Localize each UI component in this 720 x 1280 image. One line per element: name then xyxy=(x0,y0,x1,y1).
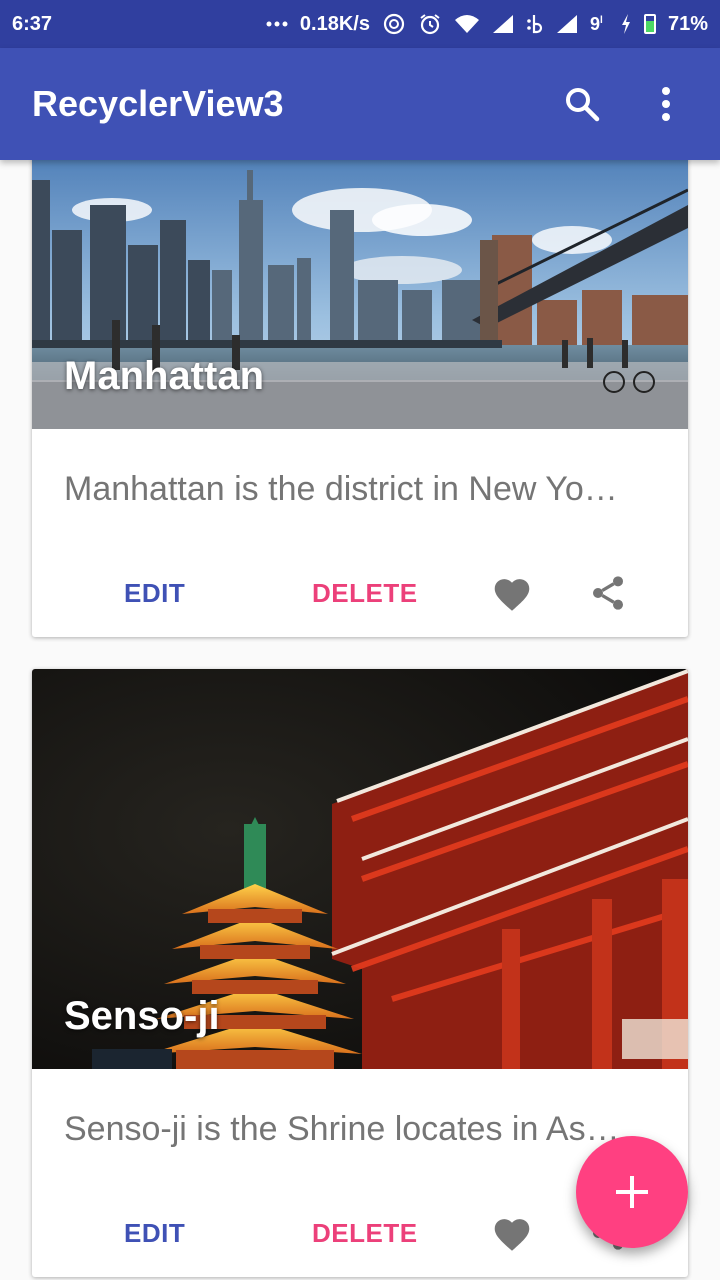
share-button[interactable] xyxy=(586,571,630,615)
card-image: Senso-ji xyxy=(32,669,688,1069)
add-fab-button[interactable] xyxy=(576,1136,688,1248)
sync-icon xyxy=(382,12,406,36)
edit-button[interactable]: EDIT xyxy=(124,1189,185,1277)
overflow-menu-icon xyxy=(662,87,670,121)
card-list[interactable]: Manhattan Manhattan is the district in N… xyxy=(0,160,720,1280)
card-manhattan[interactable]: Manhattan Manhattan is the district in N… xyxy=(32,160,688,637)
card-image: Manhattan xyxy=(32,160,688,429)
delete-button[interactable]: DELETE xyxy=(312,549,418,637)
status-bar: 6:37 0.18K/s 9 l 71% xyxy=(0,0,720,48)
favorite-heart-icon xyxy=(494,1219,530,1251)
battery-level-fill xyxy=(645,20,654,32)
net-speed: 0.18K/s xyxy=(299,12,370,35)
svg-text:l: l xyxy=(600,15,603,26)
share-icon xyxy=(593,576,623,610)
svg-text:9: 9 xyxy=(590,14,600,34)
screen: 6:37 0.18K/s 9 l 71% RecyclerView3 Manha… xyxy=(0,0,720,1280)
card-actions: EDIT DELETE xyxy=(32,549,688,637)
status-time: 6:37 xyxy=(12,12,53,35)
charging-bolt-icon xyxy=(620,13,632,35)
app-bar-actions xyxy=(560,82,688,126)
app-title: RecyclerView3 xyxy=(32,83,284,124)
data-b-icon xyxy=(526,13,544,35)
signal-icon xyxy=(492,14,514,34)
more-dots-icon xyxy=(266,20,288,28)
card-description: Manhattan is the district in New Yo… xyxy=(32,429,688,549)
app-bar: RecyclerView3 xyxy=(0,48,720,160)
add-icon xyxy=(616,1176,648,1208)
search-button[interactable] xyxy=(560,82,604,126)
wifi-icon xyxy=(454,14,480,34)
card-title: Senso-ji xyxy=(64,994,220,1038)
card-description-text: Senso-ji is the Shrine locates in As… xyxy=(64,1109,620,1148)
battery-percent: 71% xyxy=(667,12,708,35)
card-title: Manhattan xyxy=(64,354,264,398)
edit-button[interactable]: EDIT xyxy=(124,549,185,637)
alarm-icon xyxy=(418,12,442,36)
favorite-button[interactable] xyxy=(490,571,534,615)
card-description-text: Manhattan is the district in New Yo… xyxy=(64,469,618,508)
favorite-button[interactable] xyxy=(490,1211,534,1255)
battery-icon xyxy=(643,14,656,34)
signal-icon-2 xyxy=(556,14,578,34)
overflow-menu-button[interactable] xyxy=(644,82,688,126)
search-icon xyxy=(566,88,600,122)
status-icons: 0.18K/s 9l 71% xyxy=(266,12,708,36)
favorite-heart-icon xyxy=(494,579,530,611)
delete-button[interactable]: DELETE xyxy=(312,1189,418,1277)
carrier-9-icon: 9l xyxy=(590,13,608,35)
